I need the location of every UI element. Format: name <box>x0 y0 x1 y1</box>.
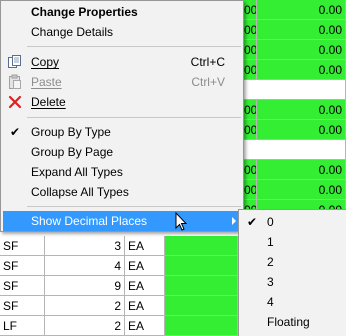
menu-item-label: Delete <box>31 95 66 109</box>
type-cell[interactable]: SF <box>0 276 45 296</box>
submenu-item-2[interactable]: 2 <box>241 252 345 272</box>
menu-item-label: Paste <box>31 75 62 89</box>
menu-item-collapse-all-types[interactable]: Collapse All Types <box>3 182 241 202</box>
value-cell[interactable] <box>165 236 238 256</box>
value-cell[interactable]: 0.00 <box>257 120 346 140</box>
qty-cell[interactable]: 2 <box>45 316 125 336</box>
submenu-arrow-icon <box>232 217 236 225</box>
menu-item-label: Change Details <box>31 25 114 39</box>
qty-cell[interactable]: 3 <box>45 236 125 256</box>
menu-item-shortcut: Ctrl+V <box>191 75 225 89</box>
paste-icon <box>7 74 23 90</box>
menu-item-paste[interactable]: Paste Ctrl+V <box>3 72 241 92</box>
value-cell[interactable]: 00 <box>244 60 257 80</box>
unit-cell[interactable]: EA <box>125 296 165 316</box>
menu-item-group-by-type[interactable]: ✔ Group By Type <box>3 122 241 142</box>
value-cell[interactable]: 00 <box>244 40 257 60</box>
value-cell[interactable]: 0.00 <box>257 160 346 180</box>
submenu-item-0[interactable]: ✔ 0 <box>241 212 345 232</box>
type-cell[interactable]: SF <box>0 256 45 276</box>
value-cell[interactable]: 00 <box>244 160 257 180</box>
value-cell[interactable]: 0.00 <box>257 20 346 40</box>
value-cell[interactable]: 0.00 <box>257 40 346 60</box>
unit-cell[interactable]: EA <box>125 256 165 276</box>
unit-cell[interactable]: EA <box>125 236 165 256</box>
menu-item-label: Collapse All Types <box>31 185 129 199</box>
submenu-item-3[interactable]: 3 <box>241 272 345 292</box>
copy-icon <box>7 54 23 70</box>
group-header-cell[interactable] <box>244 140 346 160</box>
qty-cell[interactable]: 2 <box>45 296 125 316</box>
submenu-item-label: 2 <box>267 255 274 269</box>
menu-item-change-details[interactable]: Change Details <box>3 22 241 42</box>
menu-item-label: Group By Type <box>31 125 111 139</box>
menu-item-label: Copy <box>31 55 60 69</box>
menu-item-copy[interactable]: Copy Ctrl+C <box>3 52 241 72</box>
check-icon: ✔ <box>247 215 258 229</box>
menu-item-expand-all-types[interactable]: Expand All Types <box>3 162 241 182</box>
type-cell[interactable]: SF <box>0 296 45 316</box>
value-cell[interactable]: 0.00 <box>257 60 346 80</box>
type-cell[interactable]: LF <box>0 316 45 336</box>
value-cell[interactable] <box>165 276 238 296</box>
context-menu: Change Properties Change Details Copy Ct… <box>0 0 244 232</box>
value-cell[interactable]: 00 <box>244 120 257 140</box>
value-cell[interactable] <box>165 256 238 276</box>
value-cell[interactable]: 00 <box>244 20 257 40</box>
menu-item-group-by-page[interactable]: Group By Page <box>3 142 241 162</box>
qty-cell[interactable]: 4 <box>45 256 125 276</box>
submenu-item-label: 0 <box>267 215 274 229</box>
type-cell[interactable]: SF <box>0 236 45 256</box>
value-cell[interactable]: 0.00 <box>257 0 346 20</box>
value-cell[interactable] <box>165 296 238 316</box>
unit-cell[interactable]: EA <box>125 316 165 336</box>
check-icon: ✔ <box>9 125 21 139</box>
submenu-item-label: 4 <box>267 295 274 309</box>
unit-cell[interactable]: EA <box>125 276 165 296</box>
qty-cell[interactable]: 9 <box>45 276 125 296</box>
submenu-item-label: 1 <box>267 235 274 249</box>
value-cell[interactable]: 0.00 <box>257 100 346 120</box>
submenu-item-label: Floating <box>267 315 310 329</box>
value-cell[interactable]: 00 <box>244 100 257 120</box>
menu-separator <box>27 117 241 118</box>
value-cell[interactable]: 00 <box>244 0 257 20</box>
menu-item-label: Change Properties <box>31 5 138 19</box>
menu-item-show-decimal-places[interactable]: Show Decimal Places <box>3 211 241 231</box>
menu-item-shortcut: Ctrl+C <box>190 55 225 69</box>
menu-item-label: Group By Page <box>31 145 114 159</box>
delete-icon <box>7 94 23 110</box>
group-header-cell[interactable] <box>244 80 346 100</box>
value-cell[interactable]: 00 <box>244 180 257 200</box>
menu-item-delete[interactable]: Delete <box>3 92 241 112</box>
menu-item-label: Expand All Types <box>31 165 123 179</box>
value-cell[interactable]: 0.00 <box>257 180 346 200</box>
mouse-cursor-icon <box>175 212 188 231</box>
submenu-item-4[interactable]: 4 <box>241 292 345 312</box>
submenu-item-1[interactable]: 1 <box>241 232 345 252</box>
menu-separator <box>27 206 241 207</box>
menu-separator <box>27 46 241 47</box>
menu-item-change-properties[interactable]: Change Properties <box>3 2 241 22</box>
submenu-item-label: 3 <box>267 275 274 289</box>
submenu-item-floating[interactable]: Floating <box>241 312 345 332</box>
value-cell[interactable] <box>165 316 238 336</box>
decimal-places-submenu: ✔ 0 1 2 3 4 Floating <box>238 209 346 336</box>
menu-item-label: Show Decimal Places <box>31 214 148 228</box>
